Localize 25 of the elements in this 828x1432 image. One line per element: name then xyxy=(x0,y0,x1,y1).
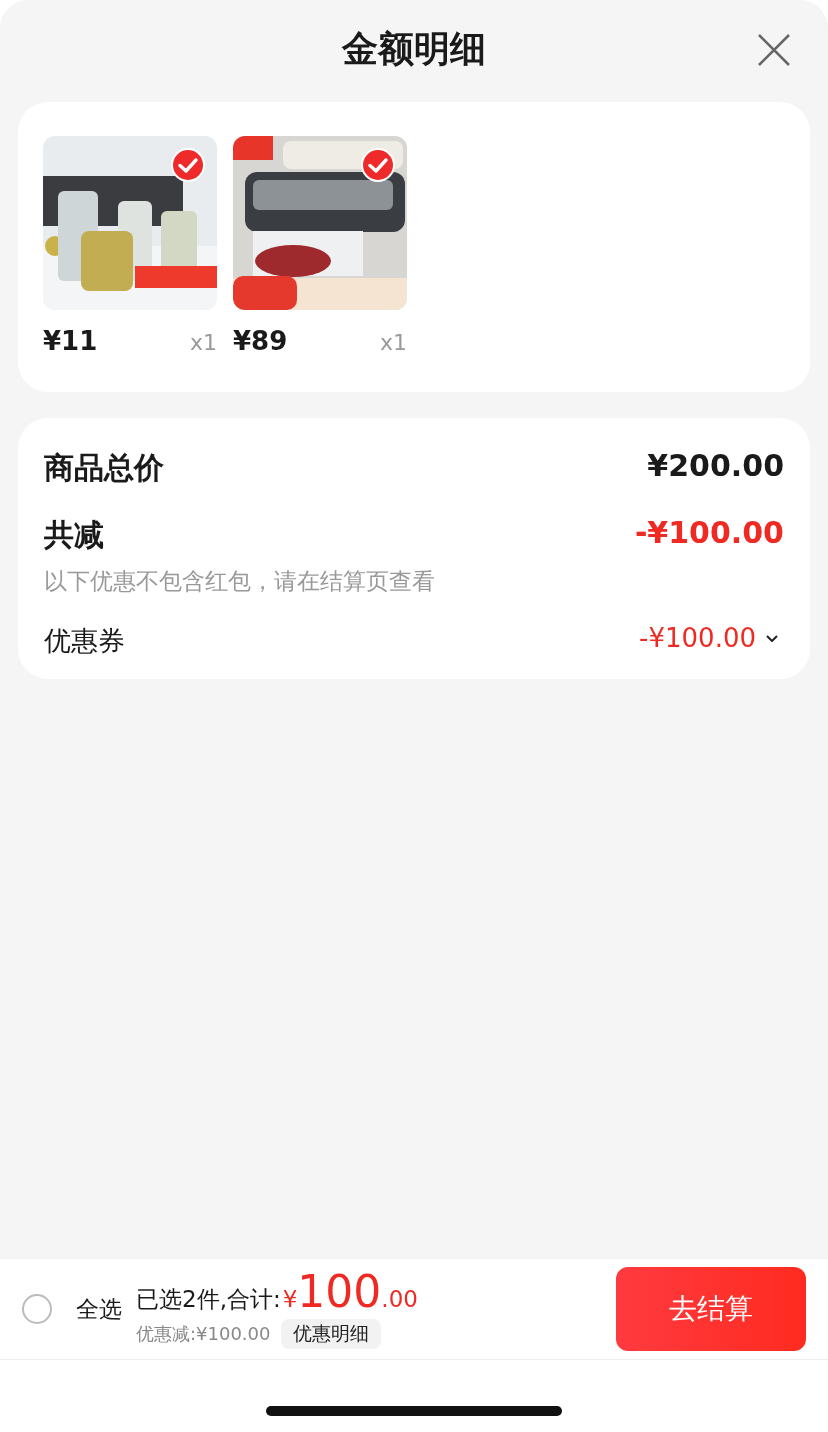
summary-value: ¥200.00 xyxy=(647,448,784,483)
check-icon[interactable] xyxy=(361,148,395,182)
currency-sign: ¥ xyxy=(282,1285,298,1312)
summary-note: 以下优惠不包含红包，请在结算页查看 xyxy=(44,567,435,596)
product-price: ¥89 xyxy=(233,326,288,356)
summary-label: 商品总价 xyxy=(44,449,164,487)
select-all-label[interactable]: 全选 xyxy=(76,1293,122,1325)
product-quantity: x1 xyxy=(379,330,407,355)
sheet-title: 金额明细 xyxy=(342,26,486,71)
select-all-radio[interactable] xyxy=(22,1294,52,1324)
product-quantity: x1 xyxy=(189,330,217,355)
summary-label: 共减 xyxy=(44,516,105,554)
product-price: ¥11 xyxy=(43,326,98,356)
total-cents: .00 xyxy=(381,1285,418,1312)
summary-value: -¥100.00 xyxy=(634,515,784,550)
total-amount: 100 xyxy=(297,1269,382,1314)
summary-value: -¥100.00 xyxy=(639,623,756,653)
check-icon[interactable] xyxy=(171,148,205,182)
discount-detail-button[interactable]: 优惠明细 xyxy=(280,1318,381,1349)
summary-label: 优惠券 xyxy=(44,624,125,658)
discount-text: 优惠减:¥100.00 xyxy=(136,1321,271,1346)
checkout-button[interactable]: 去结算 xyxy=(616,1267,806,1351)
caret-icon[interactable] xyxy=(766,634,778,642)
selected-count: 已选2件,合计: xyxy=(136,1284,281,1314)
close-icon[interactable] xyxy=(756,32,792,68)
